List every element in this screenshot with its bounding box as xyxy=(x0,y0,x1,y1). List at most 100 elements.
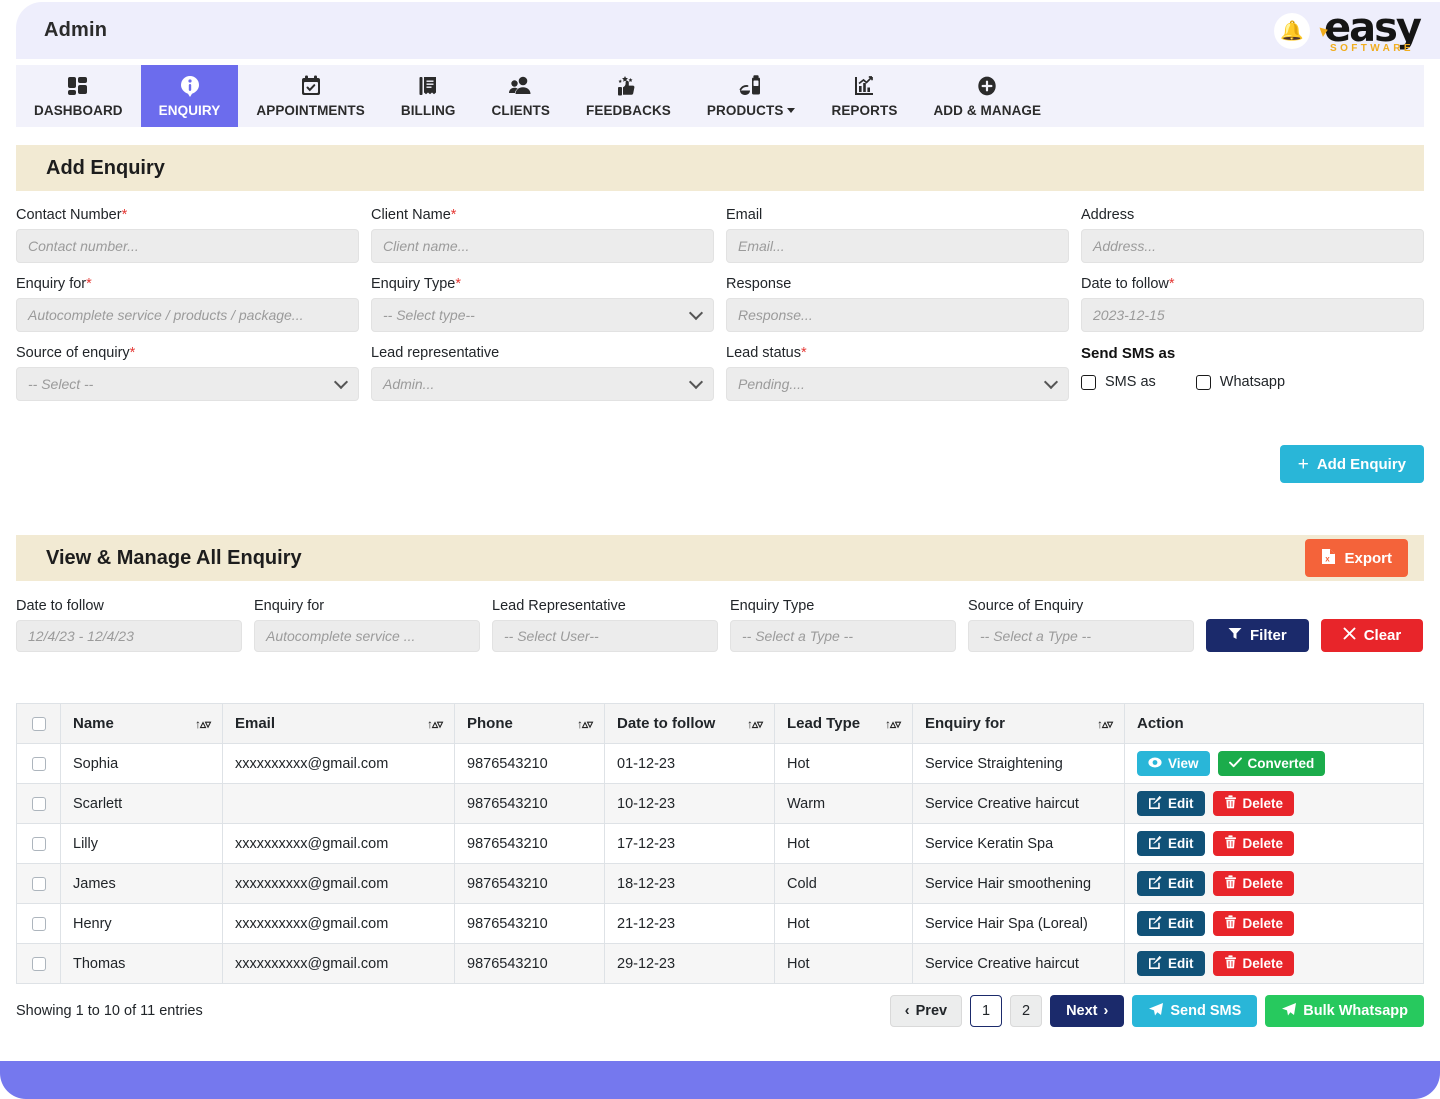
lead-representative-select[interactable]: Admin... xyxy=(371,367,714,401)
address-input[interactable]: Address... xyxy=(1081,229,1424,263)
field-response: Response Response... xyxy=(726,276,1069,332)
checkbox-whatsapp[interactable]: Whatsapp xyxy=(1196,374,1285,390)
row-select-cell[interactable] xyxy=(17,864,61,904)
filter-source-of-enquiry-select[interactable]: -- Select a Type -- xyxy=(968,620,1194,652)
client-name-input[interactable]: Client name... xyxy=(371,229,714,263)
bottom-accent-bar xyxy=(0,1061,1440,1099)
table-row: Sophiaxxxxxxxxxx@gmail.com987654321001-1… xyxy=(17,744,1424,784)
pagination-prev-button[interactable]: ‹ Prev xyxy=(890,995,962,1027)
enquiry-type-select[interactable]: -- Select type-- xyxy=(371,298,714,332)
nav-item-products[interactable]: PRODUCTS xyxy=(689,65,814,127)
send-sms-button[interactable]: Send SMS xyxy=(1132,995,1257,1027)
cell-action: Edit Delete xyxy=(1125,824,1424,864)
view-button[interactable]: View xyxy=(1137,751,1210,776)
select-all-header[interactable] xyxy=(17,704,61,744)
nav-item-dashboard[interactable]: DASHBOARD xyxy=(16,65,141,127)
filter-enquiry-for-input[interactable]: Autocomplete service ... xyxy=(254,620,480,652)
row-checkbox[interactable] xyxy=(32,797,46,811)
column-header-lead-type[interactable]: Lead Type ↑ ▵▿ xyxy=(775,704,913,744)
lead-status-select[interactable]: Pending.... xyxy=(726,367,1069,401)
edit-button[interactable]: Edit xyxy=(1137,791,1205,816)
column-label: Date to follow xyxy=(617,715,715,732)
field-date-to-follow: Date to follow* 2023-12-15 xyxy=(1081,276,1424,332)
filter-lead-representative-select[interactable]: -- Select User-- xyxy=(492,620,718,652)
delete-button[interactable]: Delete xyxy=(1213,871,1295,896)
bulk-whatsapp-label: Bulk Whatsapp xyxy=(1303,1003,1408,1019)
checkbox-sms-as[interactable]: SMS as xyxy=(1081,374,1156,390)
converted-button[interactable]: Converted xyxy=(1218,751,1326,776)
nav-item-add-and-manage[interactable]: ADD & MANAGE xyxy=(915,65,1059,127)
response-input[interactable]: Response... xyxy=(726,298,1069,332)
edit-button[interactable]: Edit xyxy=(1137,831,1205,856)
bulk-whatsapp-button[interactable]: Bulk Whatsapp xyxy=(1265,995,1424,1027)
calendar-check-icon xyxy=(299,73,323,99)
nav-item-reports[interactable]: REPORTS xyxy=(813,65,915,127)
email-input[interactable]: Email... xyxy=(726,229,1069,263)
row-checkbox[interactable] xyxy=(32,917,46,931)
row-select-cell[interactable] xyxy=(17,784,61,824)
edit-button[interactable]: Edit xyxy=(1137,911,1205,936)
row-select-cell[interactable] xyxy=(17,824,61,864)
field-email: Email Email... xyxy=(726,207,1069,263)
column-header-name[interactable]: Name ↑ ▵▿ xyxy=(61,704,223,744)
column-header-phone[interactable]: Phone ↑ ▵▿ xyxy=(455,704,605,744)
nav-item-appointments[interactable]: APPOINTMENTS xyxy=(238,65,382,127)
add-enquiry-button[interactable]: + Add Enquiry xyxy=(1280,445,1424,483)
date-to-follow-input[interactable]: 2023-12-15 xyxy=(1081,298,1424,332)
column-header-email[interactable]: Email ↑ ▵▿ xyxy=(223,704,455,744)
column-header-enquiry-for[interactable]: Enquiry for ↑ ▵▿ xyxy=(913,704,1125,744)
table-head: Name ↑ ▵▿ Email ↑ ▵▿ Phone ↑ ▵▿ Date to … xyxy=(17,704,1424,744)
pagination-page-1[interactable]: 1 xyxy=(970,995,1002,1027)
select-all-checkbox[interactable] xyxy=(32,717,46,731)
cell-action: Edit Delete xyxy=(1125,784,1424,824)
pagination-page-2[interactable]: 2 xyxy=(1010,995,1042,1027)
clear-button-label: Clear xyxy=(1364,627,1402,644)
field-lead-representative: Lead representative Admin... xyxy=(371,345,714,401)
action-buttons: Edit Delete xyxy=(1137,871,1411,896)
cell-lead-type: Warm xyxy=(775,784,913,824)
cell-lead-type: Hot xyxy=(775,944,913,984)
row-select-cell[interactable] xyxy=(17,744,61,784)
enquiry-for-input[interactable]: Autocomplete service / products / packag… xyxy=(16,298,359,332)
edit-button[interactable]: Edit xyxy=(1137,951,1205,976)
column-header-date-to-follow[interactable]: Date to follow ↑ ▵▿ xyxy=(605,704,775,744)
export-button[interactable]: x Export xyxy=(1305,539,1408,577)
nav-item-billing[interactable]: BILLING xyxy=(383,65,474,127)
delete-button[interactable]: Delete xyxy=(1213,951,1295,976)
filter-label: Enquiry for xyxy=(254,598,480,614)
row-checkbox[interactable] xyxy=(32,757,46,771)
label-enquiry-for: Enquiry for* xyxy=(16,276,359,292)
bell-icon: 🔔 xyxy=(1280,19,1304,43)
notification-bell-button[interactable]: 🔔 xyxy=(1274,13,1310,49)
nav-item-feedbacks[interactable]: FEEDBACKS xyxy=(568,65,689,127)
filter-date-input[interactable]: 12/4/23 - 12/4/23 xyxy=(16,620,242,652)
row-checkbox[interactable] xyxy=(32,837,46,851)
nav-item-clients[interactable]: CLIENTS xyxy=(474,65,568,127)
clear-button[interactable]: Clear xyxy=(1321,619,1424,652)
main-navigation: DASHBOARD ENQUIRY APPOINTMENTS BILLING C… xyxy=(16,65,1424,127)
filter-enquiry-type-select[interactable]: -- Select a Type -- xyxy=(730,620,956,652)
file-export-icon: x xyxy=(1321,548,1336,569)
pagination-next-button[interactable]: Next › xyxy=(1050,995,1124,1027)
delete-button[interactable]: Delete xyxy=(1213,831,1295,856)
row-checkbox[interactable] xyxy=(32,957,46,971)
enquiry-table-wrapper: Name ↑ ▵▿ Email ↑ ▵▿ Phone ↑ ▵▿ Date to … xyxy=(16,703,1424,984)
source-of-enquiry-select[interactable]: -- Select -- xyxy=(16,367,359,401)
row-select-cell[interactable] xyxy=(17,944,61,984)
filter-button[interactable]: Filter xyxy=(1206,619,1309,652)
delete-button[interactable]: Delete xyxy=(1213,791,1295,816)
row-select-cell[interactable] xyxy=(17,904,61,944)
delete-button[interactable]: Delete xyxy=(1213,911,1295,936)
form-row-3: Source of enquiry* -- Select -- Lead rep… xyxy=(16,345,1424,401)
contact-number-input[interactable]: Contact number... xyxy=(16,229,359,263)
easy-software-logo: easy SOFTWARE xyxy=(1324,8,1420,54)
trash-icon xyxy=(1224,835,1237,852)
nav-item-enquiry[interactable]: ENQUIRY xyxy=(141,65,239,127)
edit-button[interactable]: Edit xyxy=(1137,871,1205,896)
cell-date: 01-12-23 xyxy=(605,744,775,784)
thumbs-up-stars-icon xyxy=(615,73,641,99)
label-lead-status: Lead status* xyxy=(726,345,1069,361)
cell-name: Scarlett xyxy=(61,784,223,824)
table-header-row: Name ↑ ▵▿ Email ↑ ▵▿ Phone ↑ ▵▿ Date to … xyxy=(17,704,1424,744)
row-checkbox[interactable] xyxy=(32,877,46,891)
